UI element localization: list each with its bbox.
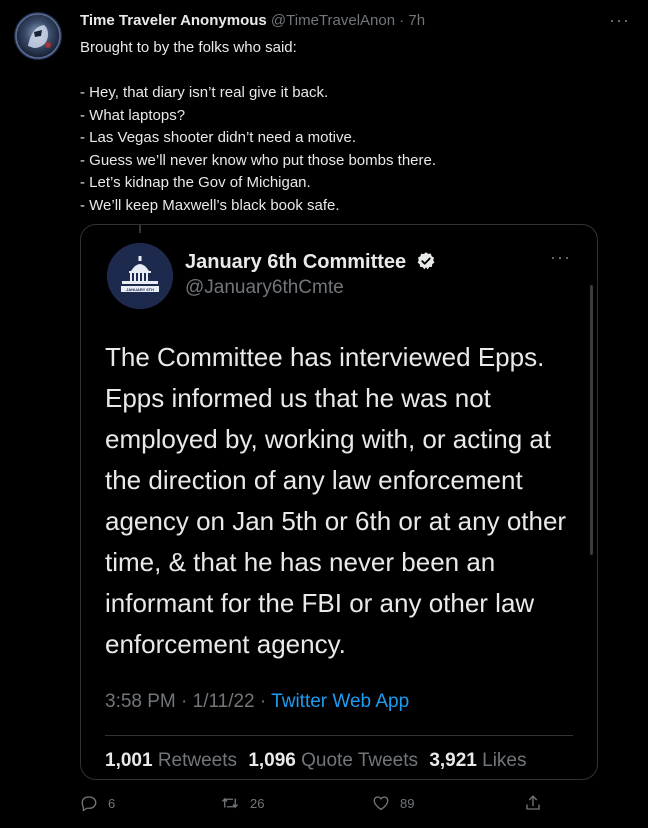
- quoted-tweet-text: The Committee has interviewed Epps. Epps…: [105, 342, 567, 659]
- heart-icon: [373, 796, 389, 811]
- quoted-author-name-row: January 6th Committee: [185, 251, 436, 274]
- more-options-icon[interactable]: ···: [609, 10, 630, 31]
- share-button[interactable]: [524, 794, 552, 812]
- reply-count: 6: [108, 795, 116, 811]
- tweet-line: [80, 60, 620, 83]
- tweet-line: - Let’s kidnap the Gov of Michigan.: [80, 174, 311, 191]
- tweet-line: - What laptops?: [80, 106, 186, 124]
- share-icon: [526, 795, 540, 810]
- retweet-button[interactable]: 26: [220, 794, 264, 812]
- divider: [105, 735, 573, 736]
- likes-count[interactable]: 3,921: [429, 750, 477, 771]
- like-count: 89: [400, 795, 415, 811]
- tweet-line: - We’ll keep Maxwell’s black book safe.: [80, 196, 340, 214]
- tweet-header: Time Traveler Anonymous @TimeTravelAnon …: [80, 12, 425, 29]
- quoted-more-options-icon[interactable]: ···: [550, 247, 571, 268]
- retweets-count[interactable]: 1,001: [105, 750, 153, 771]
- quote-tweets-count[interactable]: 1,096: [248, 750, 296, 771]
- reply-button[interactable]: 6: [80, 794, 115, 812]
- tweet-time[interactable]: 7h: [408, 12, 425, 29]
- tweet-actions: 6 26 89: [80, 794, 560, 816]
- retweet-count: 26: [250, 795, 265, 811]
- quoted-author-avatar[interactable]: JANUARY 6TH: [107, 243, 173, 309]
- retweets-label[interactable]: Retweets: [158, 750, 237, 771]
- author-avatar[interactable]: [14, 12, 62, 60]
- quoted-stats: 1,001 Retweets 1,096 Quote Tweets 3,921 …: [105, 750, 533, 772]
- quoted-tweet[interactable]: JANUARY 6TH January 6th Committee @Janua…: [80, 224, 598, 780]
- likes-label[interactable]: Likes: [482, 750, 526, 771]
- tweet-line: - Guess we’ll never know who put those b…: [80, 151, 437, 169]
- quoted-source-link[interactable]: Twitter Web App: [271, 691, 409, 712]
- like-button[interactable]: 89: [372, 794, 414, 812]
- quoted-author-handle[interactable]: @January6thCmte: [185, 277, 344, 299]
- header-separator: ·: [395, 12, 409, 29]
- retweet-icon: [221, 797, 239, 809]
- quoted-timestamp[interactable]: 3:58 PM · 1/11/22 ·: [105, 691, 271, 712]
- quote-tweets-label[interactable]: Quote Tweets: [301, 750, 418, 771]
- capitol-dome-icon: JANUARY 6TH: [107, 243, 173, 309]
- quoted-author-name[interactable]: January 6th Committee: [185, 251, 406, 273]
- author-name[interactable]: Time Traveler Anonymous: [80, 12, 267, 29]
- quoted-tweet-meta: 3:58 PM · 1/11/22 · Twitter Web App: [105, 691, 409, 713]
- verified-badge-icon: [417, 252, 435, 270]
- tweet-text: Brought to by the folks who said: - Hey,…: [80, 37, 620, 217]
- avatar-caption: JANUARY 6TH: [126, 287, 154, 292]
- thread-connector: [139, 225, 141, 233]
- tweet-line: Brought to by the folks who said:: [80, 39, 297, 56]
- scrollbar[interactable]: [590, 285, 593, 555]
- reply-icon: [81, 796, 97, 812]
- author-handle[interactable]: @TimeTravelAnon: [271, 12, 395, 29]
- tweet-line: - Las Vegas shooter didn’t need a motive…: [80, 129, 357, 146]
- author-avatar-image: [15, 13, 61, 59]
- tweet-line: - Hey, that diary isn’t real give it bac…: [80, 84, 329, 101]
